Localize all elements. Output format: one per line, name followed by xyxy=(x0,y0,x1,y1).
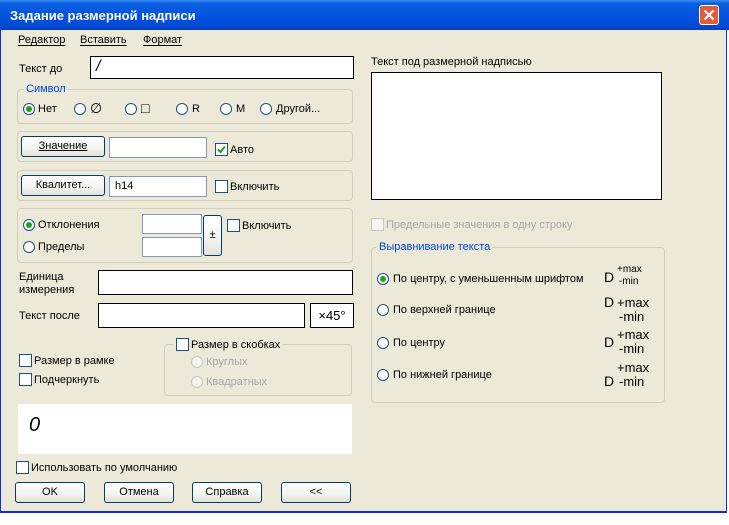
checkmark-icon xyxy=(217,145,226,154)
align-center-small-radio[interactable] xyxy=(377,273,389,285)
close-button[interactable] xyxy=(699,5,719,25)
lower-deviation-input[interactable] xyxy=(142,237,202,257)
upper-deviation-input[interactable] xyxy=(142,214,202,234)
chamfer-45-button[interactable]: ×45° xyxy=(310,303,354,328)
align-sample-min-1: -min xyxy=(619,276,639,287)
units-label-line1: Единица xyxy=(19,271,64,283)
symbol-diameter-label: ∅ xyxy=(90,100,103,116)
align-sample-max-1: +max xyxy=(617,264,642,275)
symbol-square-label: □ xyxy=(141,100,150,116)
cancel-button[interactable]: Отмена xyxy=(104,482,174,503)
align-sample-d-1: D xyxy=(604,269,615,285)
close-icon xyxy=(703,9,715,21)
symbol-other-radio[interactable] xyxy=(260,103,272,115)
underline-label: Подчеркнуть xyxy=(34,374,100,386)
underline-checkbox[interactable] xyxy=(19,373,32,386)
symbol-metric-radio[interactable] xyxy=(220,103,232,115)
help-button[interactable]: Справка xyxy=(192,482,262,503)
align-sample-max-3: +max xyxy=(617,327,650,342)
ok-button[interactable]: OK xyxy=(15,482,85,503)
auto-label: Авто xyxy=(230,144,254,156)
symbol-none-radio[interactable] xyxy=(23,103,35,115)
alignment-legend: Выравнивание текста xyxy=(377,241,493,253)
symbol-radius-label: R xyxy=(192,103,200,115)
menu-editor[interactable]: Редактор xyxy=(18,34,65,46)
text-before-label: Текст до xyxy=(19,63,63,75)
single-line-label: Предельные значения в одну строку xyxy=(386,219,573,231)
symbol-metric-label: M xyxy=(236,103,246,115)
use-default-label: Использовать по умолчанию xyxy=(31,462,178,474)
symbol-diameter-radio[interactable] xyxy=(74,103,86,115)
brackets-checkbox[interactable] xyxy=(176,338,189,351)
text-before-input[interactable]: / xyxy=(90,56,354,79)
limits-label: Пределы xyxy=(38,241,85,253)
window-title: Задание размерной надписи xyxy=(10,8,196,23)
collapse-button[interactable]: << xyxy=(281,482,351,503)
align-bottom-label: По нижней границе xyxy=(393,369,492,381)
title-bar[interactable]: Задание размерной надписи xyxy=(0,0,729,30)
symbol-square-radio[interactable] xyxy=(125,103,137,115)
text-after-input[interactable] xyxy=(98,303,305,328)
align-top-label: По верхней границе xyxy=(393,304,496,316)
align-bottom-radio[interactable] xyxy=(377,369,389,381)
symbol-none-label: Нет xyxy=(38,103,57,115)
symbol-legend: Символ xyxy=(24,83,68,95)
brackets-square-radio[interactable] xyxy=(191,376,203,388)
text-after-label: Текст после xyxy=(19,310,80,322)
align-center-label: По центру xyxy=(393,337,445,349)
menu-format[interactable]: Формат xyxy=(143,34,182,46)
text-under-label: Текст под размерной надписью xyxy=(371,56,532,68)
units-label-line2: измерения xyxy=(19,284,75,296)
align-sample-max-2: +max xyxy=(617,295,650,310)
symbol-other-label: Другой... xyxy=(276,103,321,115)
value-button[interactable]: Значение xyxy=(21,136,105,157)
brackets-group xyxy=(164,344,352,396)
menu-insert[interactable]: Вставить xyxy=(80,34,127,46)
align-sample-max-4: +max xyxy=(617,360,650,375)
qualitet-include-checkbox[interactable] xyxy=(215,180,228,193)
deviations-label: Отклонения xyxy=(38,219,100,231)
auto-checkbox[interactable] xyxy=(215,143,228,156)
align-center-radio[interactable] xyxy=(377,337,389,349)
window-bottom-border xyxy=(0,511,727,513)
frame-label: Размер в рамке xyxy=(34,355,115,367)
qualitet-include-label: Включить xyxy=(230,181,280,193)
single-line-checkbox[interactable] xyxy=(371,218,384,231)
align-sample-min-3: -min xyxy=(619,341,645,356)
brackets-round-radio[interactable] xyxy=(191,356,203,368)
align-sample-min-2: -min xyxy=(619,309,645,324)
frame-checkbox[interactable] xyxy=(19,354,32,367)
use-default-checkbox[interactable] xyxy=(16,461,29,474)
value-input[interactable] xyxy=(109,137,207,158)
deviation-include-label: Включить xyxy=(242,220,292,232)
deviations-radio[interactable] xyxy=(23,219,35,231)
units-input[interactable] xyxy=(98,270,353,295)
qualitet-button[interactable]: Квалитет... xyxy=(21,175,105,196)
brackets-label: Размер в скобках xyxy=(191,339,281,351)
align-top-radio[interactable] xyxy=(377,304,389,316)
limits-radio[interactable] xyxy=(23,241,35,253)
align-sample-d-3: D xyxy=(604,334,615,350)
preview-text: 0 xyxy=(29,414,41,436)
plus-minus-button[interactable]: ± xyxy=(203,215,222,256)
deviation-include-checkbox[interactable] xyxy=(227,219,240,232)
align-center-small-label: По центру, с уменьшенным шрифтом xyxy=(393,273,584,285)
align-sample-d-2: D xyxy=(604,294,615,310)
qualitet-input[interactable]: h14 xyxy=(109,176,207,197)
symbol-radius-radio[interactable] xyxy=(176,103,188,115)
align-sample-d-4: D xyxy=(604,373,615,389)
brackets-square-label: Квадратных xyxy=(206,376,268,388)
text-under-textarea[interactable] xyxy=(371,72,662,200)
brackets-round-label: Круглых xyxy=(206,356,248,368)
align-sample-min-4: -min xyxy=(619,374,645,389)
preview-panel: 0 xyxy=(18,404,352,454)
